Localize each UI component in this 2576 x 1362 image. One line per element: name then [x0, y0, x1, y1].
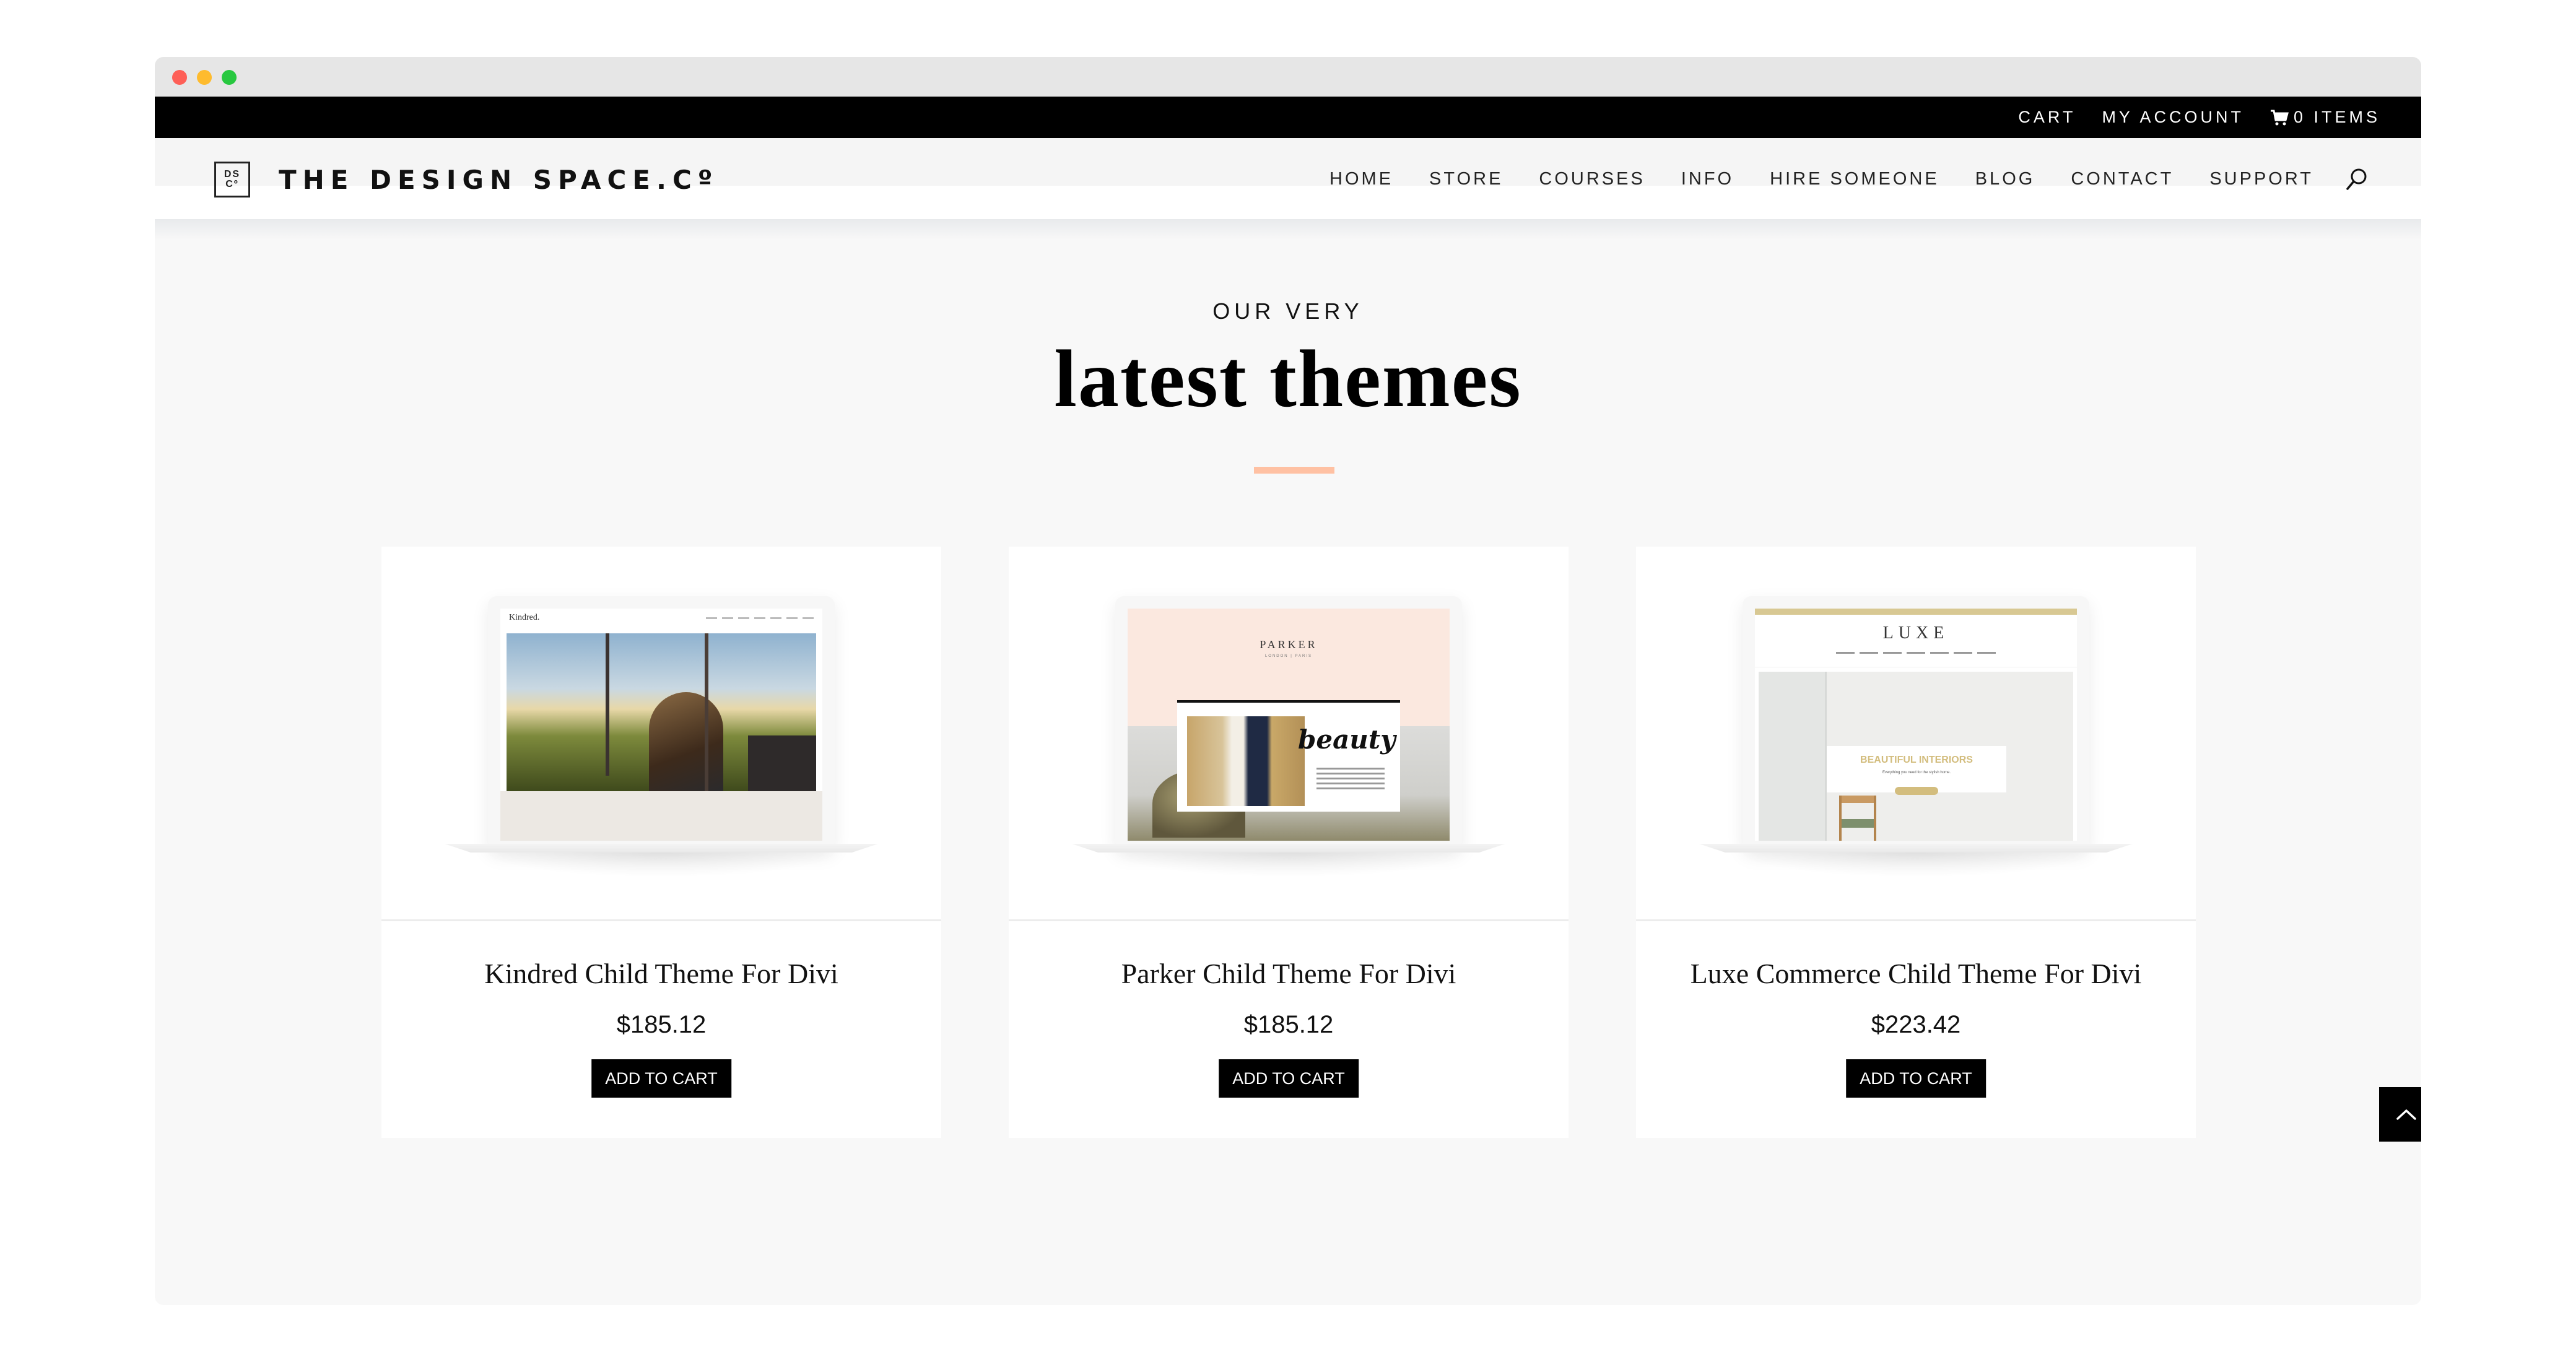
laptop-mockup: Kindred. — [445, 596, 878, 877]
product-price: $185.12 — [616, 1011, 707, 1038]
back-to-top-button[interactable] — [2379, 1087, 2421, 1142]
nav-home[interactable]: HOME — [1329, 169, 1393, 189]
laptop-mockup: LUXE BEAUTIFUL INTERIORS Everything you … — [1699, 596, 2133, 877]
add-to-cart-button[interactable]: ADD TO CART — [591, 1059, 731, 1098]
preview-brand: Kindred. — [509, 613, 540, 622]
nav-contact[interactable]: CONTACT — [2071, 169, 2174, 189]
accent-divider — [1254, 467, 1334, 474]
product-image[interactable]: PARKER LONDON | PARIS beauty — [1009, 547, 1569, 921]
nav-support[interactable]: SUPPORT — [2209, 169, 2313, 189]
chevron-up-icon — [2396, 1109, 2416, 1120]
logo-mark: DS Cº — [214, 162, 250, 197]
preview-hero-title: BEAUTIFUL INTERIORS — [1860, 755, 1973, 765]
maximize-window-button[interactable] — [222, 70, 237, 85]
preview-nav: Kindred. — [500, 609, 822, 627]
preview-hero-subtitle: Everything you need for the stylish home… — [1882, 771, 1951, 774]
theme-preview-parker: PARKER LONDON | PARIS beauty — [1128, 609, 1450, 841]
section-eyebrow: OUR VERY — [1212, 298, 1364, 324]
preview-subtitle: LONDON | PARIS — [1264, 654, 1313, 658]
cart-items-count: 0 ITEMS — [2293, 108, 2380, 126]
product-card-luxe: LUXE BEAUTIFUL INTERIORS Everything you … — [1636, 547, 2196, 1138]
preview-hero-photo — [507, 633, 816, 791]
product-price: $185.12 — [1243, 1011, 1334, 1038]
product-image[interactable]: Kindred. — [381, 547, 941, 921]
add-to-cart-button[interactable]: ADD TO CART — [1846, 1059, 1986, 1098]
cart-items-link[interactable]: 0 ITEMS — [2270, 108, 2380, 127]
nav-courses[interactable]: COURSES — [1539, 169, 1645, 189]
section-title: latest themes — [1054, 333, 1522, 424]
product-card-parker: PARKER LONDON | PARIS beauty Parker Chil… — [1009, 547, 1569, 1138]
laptop-mockup: PARKER LONDON | PARIS beauty — [1072, 596, 1505, 877]
nav-info[interactable]: INFO — [1681, 169, 1734, 189]
product-title[interactable]: Parker Child Theme For Divi — [1009, 957, 1569, 990]
nav-store[interactable]: STORE — [1429, 169, 1503, 189]
cart-link[interactable]: CART — [2018, 108, 2076, 127]
nav-hire-someone[interactable]: HIRE SOMEONE — [1770, 169, 1939, 189]
logo-text: THE DESIGN SPACE.Cº — [279, 164, 719, 195]
close-window-button[interactable] — [172, 70, 187, 85]
browser-window: CART MY ACCOUNT 0 ITEMS DS Cº THE DESIGN… — [155, 57, 2421, 1305]
product-title[interactable]: Luxe Commerce Child Theme For Divi — [1636, 957, 2196, 990]
main-nav: HOME STORE COURSES INFO HIRE SOMEONE BLO… — [1329, 167, 2369, 191]
product-price: $223.42 — [1871, 1011, 1961, 1038]
preview-brand: PARKER — [1260, 638, 1318, 651]
add-to-cart-button[interactable]: ADD TO CART — [1219, 1059, 1359, 1098]
preview-brand: LUXE — [1882, 623, 1949, 643]
top-utility-bar: CART MY ACCOUNT 0 ITEMS — [155, 97, 2421, 138]
nav-blog[interactable]: BLOG — [1975, 169, 2035, 189]
theme-preview-kindred: Kindred. — [500, 609, 822, 841]
logo-mark-top: DS — [224, 169, 241, 180]
product-card-kindred: Kindred. Kindred Child Theme For Divi $1… — [381, 547, 941, 1138]
cart-icon — [2270, 110, 2289, 125]
minimize-window-button[interactable] — [197, 70, 212, 85]
product-title[interactable]: Kindred Child Theme For Divi — [381, 957, 941, 990]
site-header: DS Cº THE DESIGN SPACE.Cº HOME STORE COU… — [155, 138, 2421, 219]
site-logo[interactable]: DS Cº THE DESIGN SPACE.Cº — [214, 162, 718, 197]
header-shadow — [155, 219, 2421, 240]
preview-couple-photo — [1187, 716, 1305, 806]
theme-preview-luxe: LUXE BEAUTIFUL INTERIORS Everything you … — [1755, 609, 2077, 841]
logo-mark-bottom: Cº — [225, 179, 239, 189]
preview-script-text: beauty — [1298, 724, 1396, 755]
search-icon[interactable] — [2344, 167, 2369, 191]
preview-hero: BEAUTIFUL INTERIORS Everything you need … — [1759, 672, 2073, 841]
my-account-link[interactable]: MY ACCOUNT — [2102, 108, 2244, 127]
product-image[interactable]: LUXE BEAUTIFUL INTERIORS Everything you … — [1636, 547, 2196, 921]
browser-titlebar — [155, 57, 2421, 97]
